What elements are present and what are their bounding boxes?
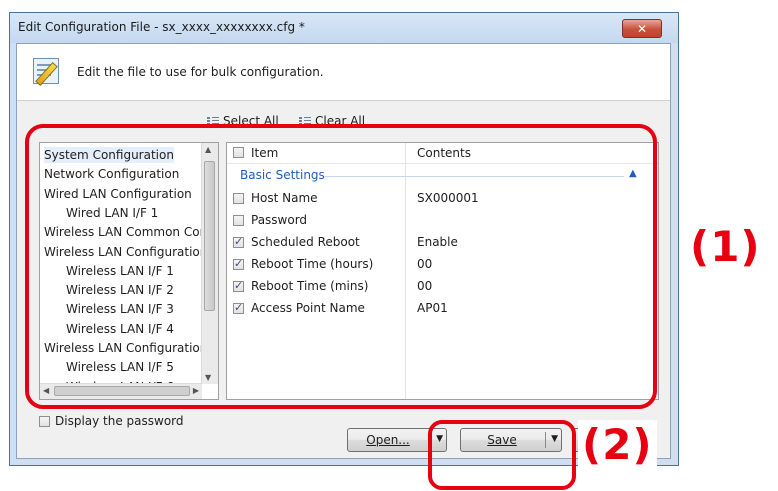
edit-file-icon: [33, 58, 59, 84]
highlight-box-1: [25, 124, 657, 409]
window-title: Edit Configuration File - sx_xxxx_xxxxxx…: [18, 20, 305, 34]
callout-2: (2): [578, 420, 657, 469]
dialog-header: Edit the file to use for bulk configurat…: [17, 44, 670, 101]
close-button[interactable]: ✕: [622, 19, 662, 38]
display-password-checkbox[interactable]: [39, 415, 50, 427]
title-bar[interactable]: Edit Configuration File - sx_xxxx_xxxxxx…: [10, 13, 678, 43]
header-description: Edit the file to use for bulk configurat…: [77, 65, 324, 79]
display-password-label: Display the password: [55, 414, 184, 428]
highlight-box-2: [428, 420, 576, 490]
close-icon: ✕: [636, 22, 648, 36]
callout-1: (1): [690, 222, 761, 271]
display-password-option[interactable]: Display the password: [39, 414, 184, 428]
open-button-label: Open...: [366, 433, 410, 447]
